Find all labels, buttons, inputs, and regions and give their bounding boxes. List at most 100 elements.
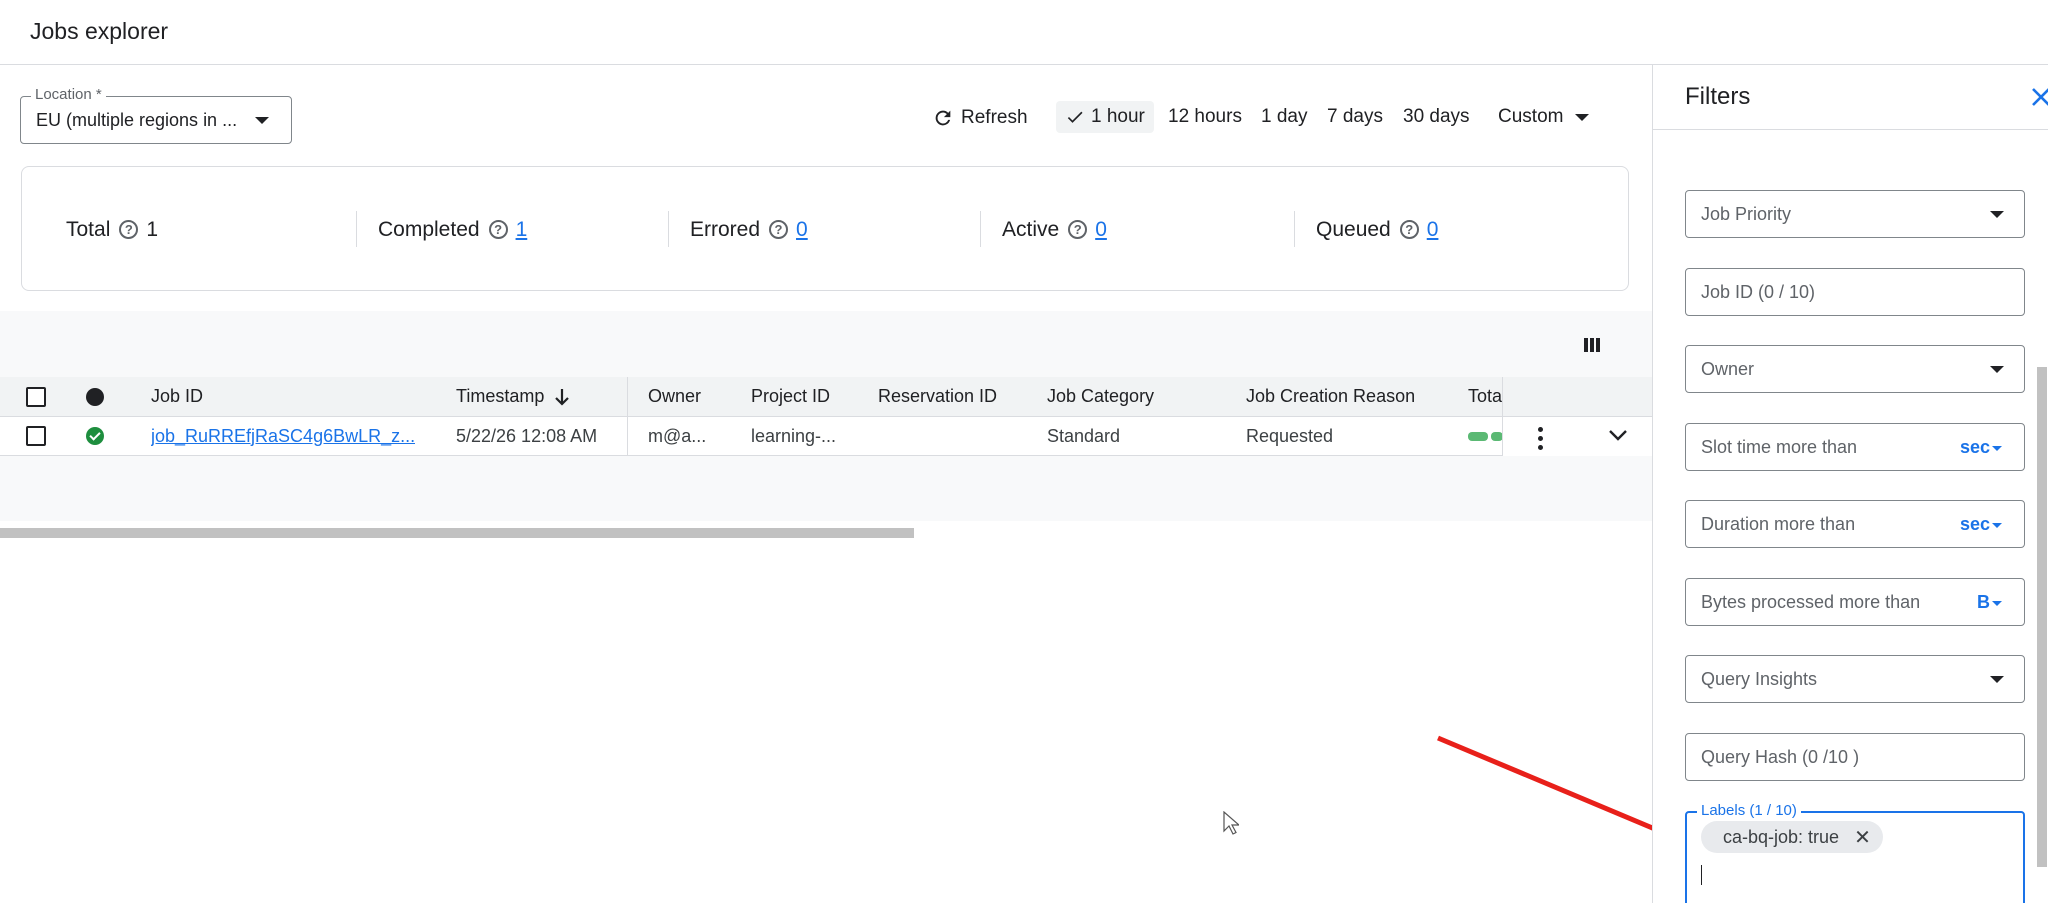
help-icon[interactable]: ? — [488, 220, 508, 239]
label-chip-text: ca-bq-job: true — [1723, 826, 1840, 847]
range-1-hour[interactable]: 1 hour — [1056, 101, 1154, 133]
more-vert-icon[interactable] — [1538, 427, 1543, 450]
col-owner[interactable]: Owner — [648, 377, 701, 416]
success-status-icon — [86, 417, 104, 455]
stat-total: Total ? 1 — [66, 167, 158, 292]
slot-time-placeholder: Slot time more than — [1701, 437, 1858, 457]
slot-time-unit-select[interactable]: sec — [1960, 437, 1990, 458]
row-actions-column — [1502, 377, 1652, 456]
labels-input[interactable]: Labels (1 / 10) ca-bq-job: true ✕ — [1685, 802, 2025, 903]
filters-title: Filters — [1685, 83, 1751, 110]
cell-timestamp: 5/22/26 12:08 AM — [456, 425, 598, 446]
cell-job-category: Standard — [1047, 425, 1121, 446]
row-actions-header — [1503, 377, 1652, 417]
divider — [980, 211, 981, 247]
stat-value-link[interactable]: 0 — [1095, 218, 1107, 242]
stat-active: Active ? 0 — [1002, 167, 1107, 292]
job-id-link-text[interactable]: job_RuRREfjRaSC4g6BwLR_z... — [151, 426, 415, 447]
bytes-processed-input[interactable]: Bytes processed more than B — [1685, 578, 2025, 626]
row-checkbox[interactable] — [26, 417, 46, 455]
stat-label: Total — [66, 217, 111, 241]
filters-panel: Filters Job Priority Job ID (0 / 10) Own… — [1652, 65, 2048, 903]
mouse-cursor-icon — [1223, 811, 1239, 835]
slot-time-input[interactable]: Slot time more than sec — [1685, 423, 2025, 471]
refresh-label: Refresh — [961, 107, 1028, 128]
col-timestamp-label: Timestamp — [456, 386, 545, 406]
range-1-day[interactable]: 1 day — [1261, 101, 1307, 133]
label-chip[interactable]: ca-bq-job: true ✕ — [1701, 821, 1883, 853]
cell-owner: m@a... — [648, 425, 707, 446]
text-cursor — [1701, 865, 1702, 885]
dropdown-caret-icon — [1990, 211, 2004, 218]
col-job-creation-reason[interactable]: Job Creation Reason — [1246, 377, 1415, 416]
col-total[interactable]: Tota — [1468, 377, 1502, 416]
refresh-icon — [935, 110, 951, 126]
range-label: 7 days — [1327, 106, 1383, 127]
duration-input[interactable]: Duration more than sec — [1685, 500, 2025, 548]
col-job-id[interactable]: Job ID — [151, 377, 203, 416]
location-select[interactable]: Location * EU (multiple regions in ... — [20, 86, 292, 144]
location-value: EU (multiple regions in ... — [36, 110, 238, 130]
cell-project-id: learning-... — [751, 425, 837, 446]
col-project-id[interactable]: Project ID — [751, 377, 830, 416]
range-label: 1 hour — [1091, 106, 1145, 127]
horizontal-scrollbar[interactable] — [0, 528, 914, 538]
help-icon[interactable]: ? — [1068, 220, 1088, 239]
cell-job-creation-reason: Requested — [1246, 425, 1334, 446]
pinned-column-divider — [627, 377, 628, 456]
close-icon[interactable] — [2029, 85, 2048, 109]
help-icon[interactable]: ? — [1399, 220, 1419, 239]
query-insights-select[interactable]: Query Insights — [1685, 655, 2025, 703]
vertical-scrollbar[interactable] — [2037, 367, 2047, 867]
job-priority-select[interactable]: Job Priority — [1685, 190, 2025, 238]
stat-value-link[interactable]: 0 — [796, 218, 808, 242]
divider — [356, 211, 357, 247]
job-id-link[interactable]: job_RuRREfjRaSC4g6BwLR_z... — [151, 417, 415, 455]
sort-desc-icon — [555, 388, 570, 406]
unit-caret-icon — [1992, 446, 2002, 451]
range-custom-dropdown[interactable]: Custom — [1498, 101, 1590, 133]
range-12-hours[interactable]: 12 hours — [1168, 101, 1242, 133]
stat-completed: Completed ? 1 — [378, 167, 527, 292]
stat-value-link[interactable]: 1 — [516, 218, 528, 242]
select-all-checkbox[interactable] — [26, 377, 46, 416]
stat-value-link[interactable]: 0 — [1427, 218, 1439, 242]
chevron-down-icon[interactable] — [1607, 427, 1629, 443]
help-icon[interactable]: ? — [119, 220, 139, 239]
stat-label: Queued — [1316, 217, 1391, 241]
duration-unit-select[interactable]: sec — [1960, 514, 1990, 535]
bytes-unit-select[interactable]: B — [1977, 592, 1990, 613]
range-label: 12 hours — [1168, 106, 1242, 127]
query-insights-label: Query Insights — [1701, 669, 1818, 689]
total-slot-bar — [1468, 417, 1503, 455]
range-label: 30 days — [1403, 106, 1470, 127]
stat-label: Active — [1002, 217, 1060, 241]
column-display-icon[interactable] — [1583, 336, 1601, 354]
col-reservation-id[interactable]: Reservation ID — [878, 377, 997, 416]
bytes-placeholder: Bytes processed more than — [1701, 592, 1921, 612]
range-30-days[interactable]: 30 days — [1403, 101, 1470, 133]
table-row[interactable]: job_RuRREfjRaSC4g6BwLR_z... 5/22/26 12:0… — [0, 417, 1652, 456]
help-icon[interactable]: ? — [769, 220, 789, 239]
stat-label: Completed — [378, 217, 480, 241]
stat-label: Errored — [690, 217, 761, 241]
col-timestamp[interactable]: Timestamp — [456, 377, 570, 416]
owner-label: Owner — [1701, 359, 1755, 379]
query-hash-input[interactable]: Query Hash (0 /10 ) — [1685, 733, 2025, 781]
stat-queued: Queued ? 0 — [1316, 167, 1438, 292]
duration-placeholder: Duration more than — [1701, 514, 1856, 534]
dropdown-caret-icon — [1990, 366, 2004, 373]
job-id-input[interactable]: Job ID (0 / 10) — [1685, 268, 2025, 316]
owner-select[interactable]: Owner — [1685, 345, 2025, 393]
query-hash-placeholder: Query Hash (0 /10 ) — [1701, 747, 1860, 767]
stat-errored: Errored ? 0 — [690, 167, 808, 292]
chip-remove-icon[interactable]: ✕ — [1854, 825, 1871, 850]
range-7-days[interactable]: 7 days — [1327, 101, 1383, 133]
table-header-row: Job ID Timestamp Owner Project ID Reserv… — [0, 377, 1652, 417]
refresh-button[interactable]: Refresh — [932, 103, 1028, 133]
stat-value: 1 — [146, 217, 159, 241]
labels-legend: Labels (1 / 10) — [1697, 802, 1801, 819]
job-id-placeholder: Job ID (0 / 10) — [1701, 282, 1816, 302]
col-job-category[interactable]: Job Category — [1047, 377, 1154, 416]
unit-caret-icon — [1992, 601, 2002, 606]
